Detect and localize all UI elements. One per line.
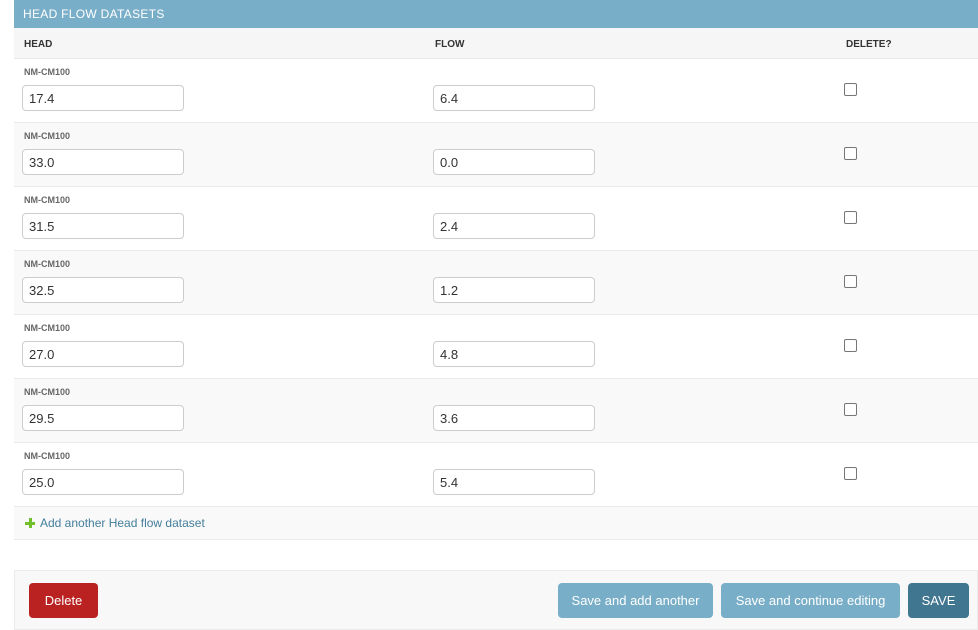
table-row: NM-CM100: [14, 123, 978, 187]
delete-checkbox[interactable]: [844, 403, 857, 416]
table-row: NM-CM100: [14, 251, 978, 315]
submit-row: Delete Save and add another Save and con…: [14, 570, 978, 630]
head-input[interactable]: [22, 341, 184, 367]
save-button[interactable]: SAVE: [908, 583, 969, 618]
plus-icon: [25, 518, 35, 528]
column-header-head: HEAD: [24, 39, 53, 50]
table-row: NM-CM100: [14, 187, 978, 251]
delete-checkbox[interactable]: [844, 83, 857, 96]
flow-input[interactable]: [433, 469, 595, 495]
delete-button[interactable]: Delete: [29, 583, 98, 618]
row-original-label: NM-CM100: [24, 131, 71, 141]
flow-input[interactable]: [433, 277, 595, 303]
table-body: NM-CM100 NM-CM100 NM-CM100 NM-CM100 NM-CM100…: [14, 59, 978, 507]
row-original-label: NM-CM100: [24, 451, 71, 461]
head-input[interactable]: [22, 277, 184, 303]
add-another-label: Add another Head flow dataset: [40, 516, 205, 530]
save-and-add-another-button[interactable]: Save and add another: [558, 583, 713, 618]
save-and-continue-button[interactable]: Save and continue editing: [721, 583, 900, 618]
head-input[interactable]: [22, 469, 184, 495]
table-row: NM-CM100: [14, 315, 978, 379]
flow-input[interactable]: [433, 85, 595, 111]
delete-checkbox[interactable]: [844, 275, 857, 288]
delete-checkbox[interactable]: [844, 467, 857, 480]
head-input[interactable]: [22, 405, 184, 431]
flow-input[interactable]: [433, 213, 595, 239]
head-input[interactable]: [22, 85, 184, 111]
table-header: HEAD FLOW DELETE?: [14, 28, 978, 59]
table-row: NM-CM100: [14, 379, 978, 443]
row-original-label: NM-CM100: [24, 323, 71, 333]
column-header-delete: DELETE?: [846, 39, 892, 50]
flow-input[interactable]: [433, 149, 595, 175]
add-another-link[interactable]: Add another Head flow dataset: [25, 516, 205, 530]
flow-input[interactable]: [433, 341, 595, 367]
column-header-flow: FLOW: [435, 39, 465, 50]
row-original-label: NM-CM100: [24, 195, 71, 205]
delete-checkbox[interactable]: [844, 211, 857, 224]
row-original-label: NM-CM100: [24, 387, 71, 397]
add-row: Add another Head flow dataset: [14, 507, 978, 540]
table-row: NM-CM100: [14, 443, 978, 507]
row-original-label: NM-CM100: [24, 67, 71, 77]
delete-checkbox[interactable]: [844, 339, 857, 352]
head-input[interactable]: [22, 213, 184, 239]
flow-input[interactable]: [433, 405, 595, 431]
table-row: NM-CM100: [14, 59, 978, 123]
head-input[interactable]: [22, 149, 184, 175]
delete-checkbox[interactable]: [844, 147, 857, 160]
row-original-label: NM-CM100: [24, 259, 71, 269]
inline-title: HEAD FLOW DATASETS: [14, 0, 978, 28]
head-flow-datasets-inline: HEAD FLOW DATASETS HEAD FLOW DELETE? NM-…: [14, 0, 978, 540]
